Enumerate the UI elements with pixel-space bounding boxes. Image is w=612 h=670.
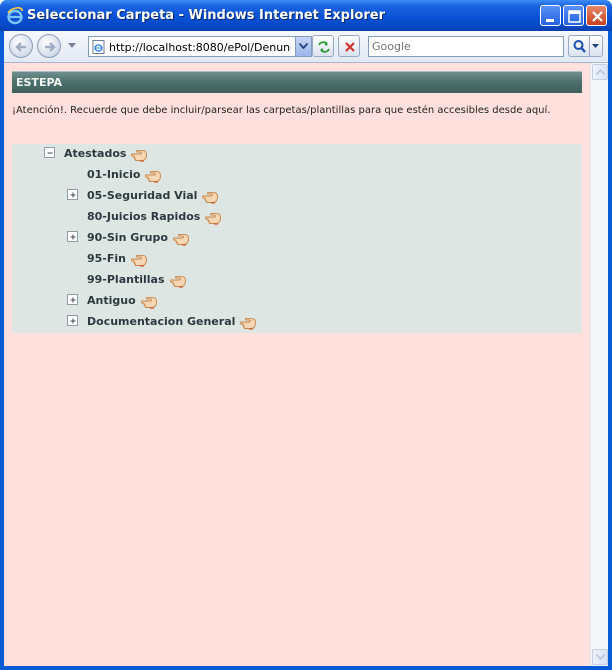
tree-collapse-toggle[interactable] xyxy=(44,147,55,158)
pointing-hand-icon[interactable] xyxy=(169,274,187,288)
tree-item-label[interactable]: 99-Plantillas xyxy=(87,273,165,286)
tree-item-label[interactable]: Antiguo xyxy=(87,294,136,307)
chevron-up-icon xyxy=(596,69,605,75)
internet-explorer-icon xyxy=(7,7,23,25)
scroll-up-button[interactable] xyxy=(592,64,608,80)
plus-icon xyxy=(70,318,76,324)
notice-text: ¡Atención!. Recuerde que debe incluir/pa… xyxy=(12,105,551,116)
browser-window: Seleccionar Carpeta - Windows Internet E… xyxy=(0,0,612,670)
page-icon xyxy=(92,40,105,54)
folder-tree: Atestados 01-Inicio 05-Seguridad Vial 80… xyxy=(12,144,582,333)
tree-item-antiguo[interactable]: Antiguo xyxy=(87,291,158,309)
tree-expand-toggle[interactable] xyxy=(67,294,78,305)
plus-icon xyxy=(70,192,76,198)
refresh-button[interactable] xyxy=(312,35,334,57)
tree-item-label[interactable]: Atestados xyxy=(64,147,126,160)
tree-item-80-juicios-rapidos[interactable]: 80-Juicios Rapidos xyxy=(87,207,222,225)
chevron-down-icon xyxy=(596,654,605,660)
tree-item-label[interactable]: 01-Inicio xyxy=(87,168,140,181)
tree-item-90-sin-grupo[interactable]: 90-Sin Grupo xyxy=(87,228,190,246)
search-options-button[interactable] xyxy=(590,35,603,57)
close-button[interactable] xyxy=(586,5,607,26)
page-content: ESTEPA ¡Atención!. Recuerde que debe inc… xyxy=(4,63,590,666)
tree-expand-toggle[interactable] xyxy=(67,231,78,242)
stop-icon xyxy=(345,42,355,52)
pointing-hand-icon[interactable] xyxy=(145,169,162,183)
pointing-hand-icon[interactable] xyxy=(172,232,190,246)
tree-item-documentacion-general[interactable]: Documentacion General xyxy=(87,312,257,330)
tree-item-01-inicio[interactable]: 01-Inicio xyxy=(87,165,162,183)
address-bar[interactable] xyxy=(88,36,312,57)
refresh-icon xyxy=(318,41,330,53)
tree-expand-toggle[interactable] xyxy=(67,189,78,200)
vertical-scrollbar[interactable] xyxy=(590,63,608,666)
tree-root-atestados[interactable]: Atestados xyxy=(64,144,148,162)
title-bar[interactable]: Seleccionar Carpeta - Windows Internet E… xyxy=(0,0,612,31)
chevron-down-icon xyxy=(299,43,308,49)
pointing-hand-icon[interactable] xyxy=(140,295,158,309)
tree-item-label[interactable]: 95-Fin xyxy=(87,252,126,265)
close-icon xyxy=(592,11,603,22)
plus-icon xyxy=(70,234,76,240)
scroll-down-button[interactable] xyxy=(592,649,608,665)
pointing-hand-icon[interactable] xyxy=(131,253,148,267)
tree-item-99-plantillas[interactable]: 99-Plantillas xyxy=(87,270,187,288)
section-title: ESTEPA xyxy=(16,76,63,89)
tree-item-05-seguridad-vial[interactable]: 05-Seguridad Vial xyxy=(87,186,219,204)
history-dropdown-icon[interactable] xyxy=(68,43,76,48)
tree-item-label[interactable]: 05-Seguridad Vial xyxy=(87,189,197,202)
stop-button[interactable] xyxy=(338,35,360,57)
pointing-hand-icon[interactable] xyxy=(202,190,219,204)
tree-item-label[interactable]: Documentacion General xyxy=(87,315,235,328)
forward-arrow-icon xyxy=(45,42,56,52)
tree-expand-toggle[interactable] xyxy=(67,315,78,326)
minus-icon xyxy=(47,152,53,154)
search-box[interactable] xyxy=(368,36,564,57)
pointing-hand-icon[interactable] xyxy=(240,316,257,330)
section-header: ESTEPA xyxy=(12,71,582,93)
tree-item-label[interactable]: 90-Sin Grupo xyxy=(87,231,168,244)
chevron-down-icon xyxy=(592,44,599,48)
back-button[interactable] xyxy=(9,34,33,58)
search-input[interactable] xyxy=(372,37,560,56)
minimize-button[interactable] xyxy=(540,5,561,26)
window-title: Seleccionar Carpeta - Windows Internet E… xyxy=(27,8,386,23)
pointing-hand-icon[interactable] xyxy=(205,211,222,225)
forward-button[interactable] xyxy=(37,34,61,58)
search-button[interactable] xyxy=(568,35,590,57)
pointing-hand-icon[interactable] xyxy=(131,148,148,162)
maximize-button[interactable] xyxy=(563,5,584,26)
tree-item-95-fin[interactable]: 95-Fin xyxy=(87,249,148,267)
address-input[interactable] xyxy=(109,37,291,56)
address-dropdown-button[interactable] xyxy=(295,37,311,56)
minimize-icon xyxy=(546,19,554,22)
navigation-toolbar xyxy=(4,31,608,63)
back-arrow-icon xyxy=(15,42,26,52)
maximize-icon xyxy=(568,10,581,23)
magnifier-icon xyxy=(573,40,586,53)
plus-icon xyxy=(70,297,76,303)
tree-item-label[interactable]: 80-Juicios Rapidos xyxy=(87,210,200,223)
